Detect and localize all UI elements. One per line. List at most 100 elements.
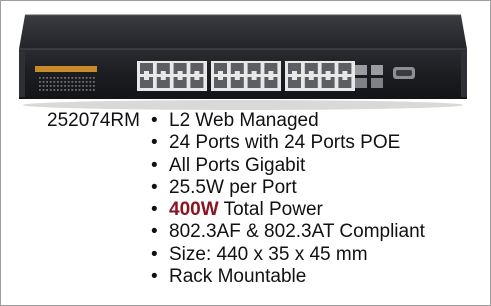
status-led (89, 77, 92, 79)
status-led (39, 85, 41, 87)
bullet-icon: • (151, 132, 158, 154)
status-led (67, 85, 70, 87)
bullet-icon: • (151, 110, 158, 131)
rj45-port-latch (342, 77, 348, 80)
rj45-port-latch (251, 77, 257, 80)
status-led (67, 81, 70, 83)
status-led (46, 89, 48, 91)
status-led (82, 77, 84, 79)
status-led (53, 81, 56, 83)
status-led (46, 77, 48, 79)
status-led (89, 89, 92, 91)
status-led (78, 81, 81, 83)
status-led (89, 85, 92, 87)
rj45-port-latch (308, 71, 314, 74)
status-led (46, 81, 48, 83)
status-led (85, 89, 88, 91)
rj45-port-latch (342, 71, 348, 74)
rj45-port-latch (194, 71, 200, 74)
bullet-icon: • (151, 176, 158, 198)
status-led (57, 85, 59, 87)
status-led (53, 85, 56, 87)
feature-text: 24 Ports with 24 Ports POE (169, 132, 401, 154)
bullet-icon: • (151, 266, 158, 288)
feature-text: L2 Web Managed (169, 110, 319, 131)
rj45-port-latch (160, 71, 166, 74)
status-led (82, 85, 84, 87)
status-led (75, 77, 77, 79)
rj45-port-latch (144, 77, 149, 80)
bullet-icon: • (151, 154, 158, 176)
status-led (93, 85, 95, 87)
status-led (57, 77, 59, 79)
status-led (60, 85, 63, 87)
status-led (78, 89, 81, 91)
rj45-port-latch (325, 77, 331, 80)
feature-highlight: 400W (169, 199, 219, 221)
feature-item: • 400W Total Power (149, 199, 425, 221)
status-led (46, 85, 48, 87)
status-led (53, 77, 56, 79)
status-led (64, 89, 66, 91)
rj45-port-latch (177, 71, 183, 74)
status-led (85, 77, 88, 79)
rj45-port-latch (268, 77, 274, 80)
rj45-port-latch (194, 77, 200, 80)
feature-item: • 802.3AF & 802.3AT Compliant (149, 221, 425, 243)
status-led (60, 81, 63, 83)
status-led (64, 85, 66, 87)
status-led (53, 89, 56, 91)
feature-list: • L2 Web Managed • 24 Ports with 24 Port… (149, 110, 425, 288)
status-led (60, 89, 63, 91)
rj45-port-latch (292, 71, 297, 74)
bullet-icon: • (151, 199, 158, 221)
rj45-port-latch (218, 71, 223, 74)
bullet-icon: • (151, 221, 158, 243)
status-led (39, 81, 41, 83)
status-led (67, 77, 70, 79)
bullet-icon: • (151, 243, 158, 265)
rj45-port-latch (308, 77, 314, 80)
product-model-number: 252074RM (47, 110, 140, 131)
status-led (85, 81, 88, 83)
status-led (71, 85, 74, 87)
feature-item: • Rack Mountable (149, 266, 425, 288)
status-led (75, 89, 77, 91)
rj45-port-latch (234, 77, 240, 80)
status-led (71, 81, 74, 83)
status-led (39, 89, 41, 91)
rj45-port-latch (292, 77, 297, 80)
feature-text: All Ports Gigabit (169, 154, 306, 176)
status-led (64, 81, 66, 83)
feature-item: • 25.5W per Port (149, 177, 425, 199)
status-led (93, 81, 95, 83)
feature-text: Rack Mountable (169, 266, 307, 288)
rj45-port-latch (251, 71, 257, 74)
status-led (78, 85, 81, 87)
status-led (89, 81, 92, 83)
status-led (75, 81, 77, 83)
rj45-port-latch (234, 71, 240, 74)
status-led (42, 81, 45, 83)
status-led (82, 89, 84, 91)
product-card: 252074RM • L2 Web Managed • 24 Ports wit… (0, 0, 491, 306)
network-switch-icon (19, 14, 467, 110)
status-led (57, 81, 59, 83)
status-led (49, 85, 52, 87)
status-led (42, 85, 45, 87)
feature-item: • 24 Ports with 24 Ports POE (149, 132, 425, 154)
feature-item: • L2 Web Managed (149, 110, 425, 132)
status-led (93, 89, 95, 91)
feature-text: 802.3AF & 802.3AT Compliant (169, 221, 425, 243)
status-led (67, 89, 70, 91)
switch-product-image (19, 11, 467, 113)
rj45-port-latch (177, 77, 183, 80)
status-led (60, 77, 63, 79)
feature-text: 25.5W per Port (169, 176, 297, 198)
status-led (71, 77, 74, 79)
rj45-port-latch (144, 71, 149, 74)
status-led (49, 77, 52, 79)
status-led (49, 81, 52, 83)
feature-item: • Size: 440 x 35 x 45 mm (149, 244, 425, 266)
status-led (78, 77, 81, 79)
